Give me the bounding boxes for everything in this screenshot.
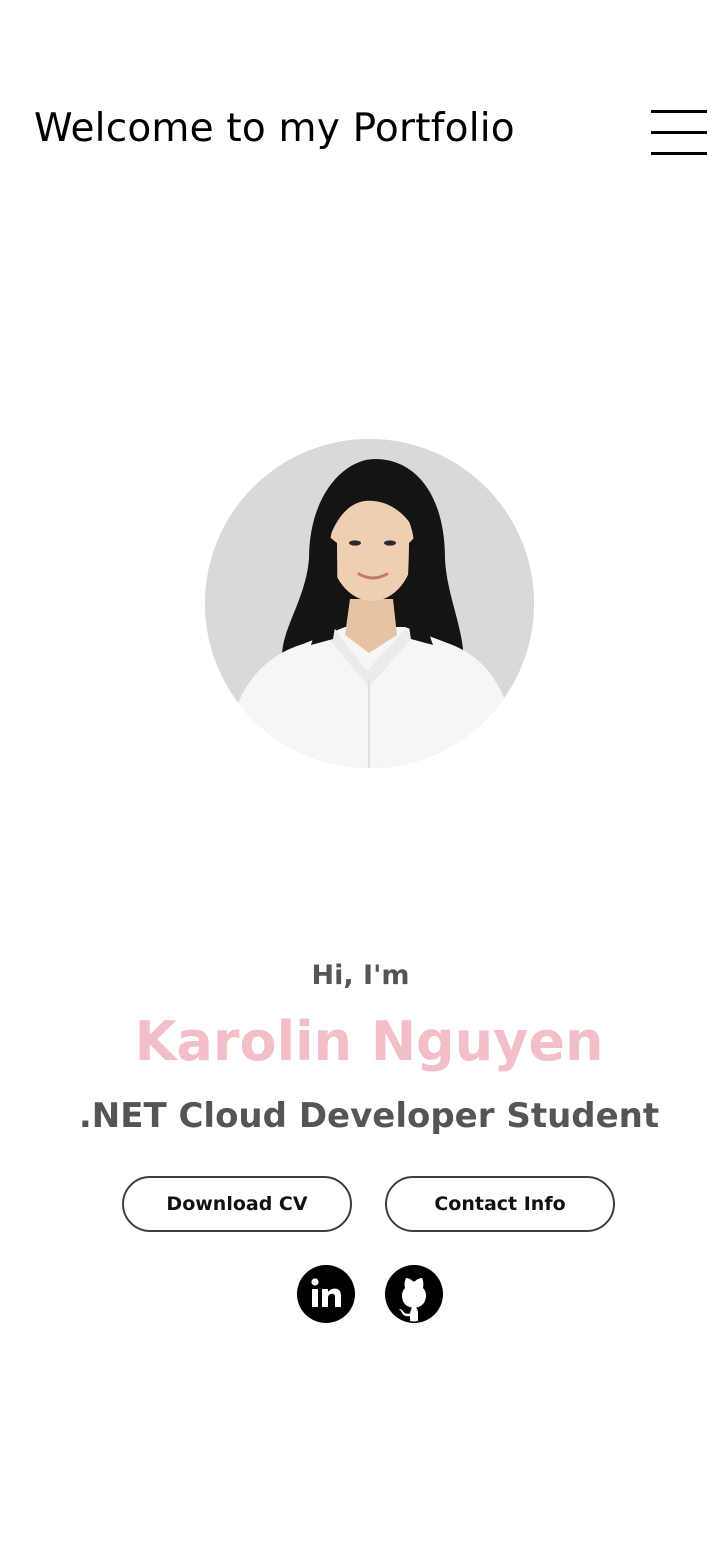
profile-photo	[205, 439, 534, 768]
role-title: .NET Cloud Developer Student	[78, 1096, 660, 1136]
page-title: Welcome to my Portfolio	[34, 106, 515, 151]
profile-photo-illustration	[205, 439, 534, 768]
hamburger-menu-icon[interactable]	[651, 110, 707, 156]
menu-bar	[651, 131, 707, 134]
github-icon[interactable]	[385, 1265, 443, 1323]
person-name: Karolin Nguyen	[134, 1010, 604, 1073]
download-cv-button[interactable]: Download CV	[122, 1176, 352, 1232]
greeting-text: Hi, I'm	[311, 960, 410, 991]
contact-info-button[interactable]: Contact Info	[385, 1176, 615, 1232]
menu-bar	[651, 110, 707, 113]
menu-bar	[651, 152, 707, 155]
linkedin-icon[interactable]	[297, 1265, 355, 1323]
